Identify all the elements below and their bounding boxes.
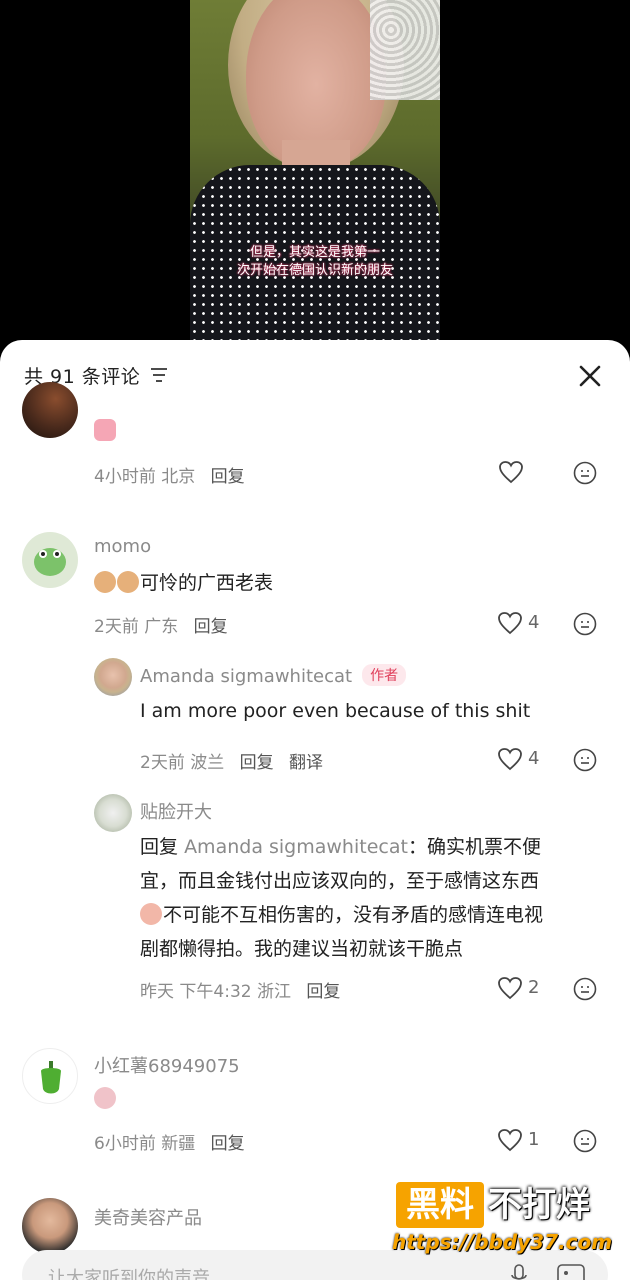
comment-author[interactable]: 小红薯68949075 <box>94 1052 240 1078</box>
like-count: 4 <box>528 612 540 633</box>
reply-meta: 2天前 波兰 回复 翻译 <box>140 748 323 773</box>
author-badge: 作者 <box>362 664 407 686</box>
reply-text-line: 不可能不互相伤害的，没有矛盾的感情连电视 <box>140 898 543 932</box>
time-location: 2天前 波兰 <box>140 753 225 773</box>
time-location: 4小时前 北京 <box>94 467 196 487</box>
reply-text-part: 不可能不互相伤害的，没有矛盾的感情连电视 <box>163 904 544 926</box>
video-subtitle: 但是，其实这是我第一 次开始在德国认识新的朋友 <box>190 244 440 280</box>
comment-author[interactable]: 美奇美容产品 <box>94 1204 202 1230</box>
reply-button[interactable]: 回复 <box>240 753 274 773</box>
avatar[interactable] <box>94 658 132 696</box>
comment-text <box>94 414 117 448</box>
comment-input-placeholder: 让大家听到你的声音 <box>48 1268 210 1280</box>
peach-emoji-icon <box>140 903 162 925</box>
emoji-reaction-icon[interactable] <box>573 977 597 1001</box>
reply-button[interactable]: 回复 <box>194 617 228 637</box>
filter-icon[interactable] <box>150 367 168 383</box>
comment-meta: 2天前 广东 回复 <box>94 612 228 637</box>
comment-body: 可怜的广西老表 <box>140 572 274 594</box>
reply-text-rest: ：确实机票不便 <box>407 836 541 858</box>
sheet-header: 共 91 条评论 <box>0 340 630 410</box>
watermark-box: 黑料 <box>396 1182 484 1228</box>
heart-icon[interactable] <box>498 460 524 484</box>
dog-emoji-icon <box>94 571 116 593</box>
avatar[interactable] <box>22 532 78 588</box>
reply-text-line: 宜，而且金钱付出应该双向的，至于感情这东西 <box>140 870 540 892</box>
time-location: 昨天 下午4:32 浙江 <box>140 982 291 1002</box>
video-frame[interactable]: 但是，其实这是我第一 次开始在德国认识新的朋友 <box>190 0 440 345</box>
heart-icon[interactable] <box>497 976 523 1000</box>
reply-button[interactable]: 回复 <box>306 982 340 1002</box>
heart-icon[interactable] <box>497 1128 523 1152</box>
mic-icon[interactable] <box>510 1264 528 1280</box>
reply-text: I am more poor even because of this shit <box>140 700 531 722</box>
comment-meta: 4小时前 北京 回复 <box>94 462 245 487</box>
reply-button[interactable]: 回复 <box>211 1134 245 1154</box>
watermark-text: 不打烊 <box>488 1185 590 1225</box>
reply-meta: 昨天 下午4:32 浙江 回复 <box>140 977 340 1002</box>
reply-target[interactable]: Amanda sigmawhitecat <box>184 836 408 858</box>
comment-author[interactable]: momo <box>94 536 151 557</box>
subtitle-line: 但是，其实这是我第一 <box>249 245 380 260</box>
emoji-reaction-icon[interactable] <box>573 1129 597 1153</box>
avatar[interactable] <box>22 382 78 438</box>
subtitle-line: 次开始在德国认识新的朋友 <box>236 263 393 278</box>
like-count: 4 <box>528 748 540 769</box>
emoji-reaction-icon[interactable] <box>573 461 597 485</box>
like-count: 2 <box>528 977 540 998</box>
time-location: 2天前 广东 <box>94 617 179 637</box>
emoji-reaction-icon[interactable] <box>573 612 597 636</box>
frog-avatar-icon <box>34 548 66 576</box>
translate-button[interactable]: 翻译 <box>289 753 323 773</box>
avatar[interactable] <box>94 794 132 832</box>
reply-author[interactable]: 贴脸开大 <box>140 798 212 824</box>
comment-text: 可怜的广西老表 <box>94 566 273 600</box>
comment-sheet: 共 91 条评论 4小时前 北京 回复 momo 可怜的广西老表 2天前 广东 … <box>0 340 630 1280</box>
heart-icon[interactable] <box>497 747 523 771</box>
dog-emoji-icon <box>117 571 139 593</box>
reply-author[interactable]: Amanda sigmawhitecat 作者 <box>140 664 407 687</box>
reply-prefix: 回复 <box>140 836 179 858</box>
heart-icon[interactable] <box>497 611 523 635</box>
pepper-avatar-icon <box>41 1061 61 1094</box>
comment-meta: 6小时前 新疆 回复 <box>94 1129 245 1154</box>
thumbs-up-icon <box>94 419 116 441</box>
close-icon[interactable] <box>572 358 608 394</box>
like-count: 1 <box>528 1129 540 1150</box>
video-lace <box>370 0 440 100</box>
avatar[interactable] <box>22 1048 78 1104</box>
emoji-reaction-icon[interactable] <box>573 748 597 772</box>
watermark: 黑料 不打烊 https://bbdy37.com <box>392 1182 612 1262</box>
reply-text-line: 剧都懒得拍。我的建议当初就该干脆点 <box>140 938 464 960</box>
reply-author-name: Amanda sigmawhitecat <box>140 666 353 687</box>
time-location: 6小时前 新疆 <box>94 1134 196 1154</box>
image-icon[interactable] <box>557 1264 585 1280</box>
reply-button[interactable]: 回复 <box>211 467 245 487</box>
reply-text-line: 回复 Amanda sigmawhitecat：确实机票不便 <box>140 830 541 864</box>
video-player[interactable]: 但是，其实这是我第一 次开始在德国认识新的朋友 <box>0 0 630 345</box>
crying-emoji-icon <box>94 1087 116 1109</box>
avatar[interactable] <box>22 1198 78 1254</box>
watermark-url: https://bbdy37.com <box>392 1230 613 1254</box>
comment-text <box>94 1082 117 1116</box>
